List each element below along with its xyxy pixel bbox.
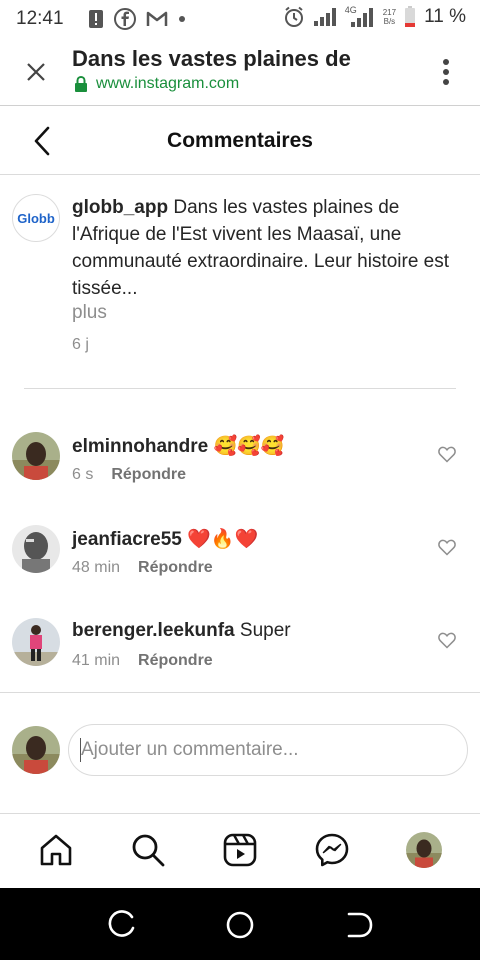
comment-meta: 41 min Répondre: [72, 652, 213, 670]
search-icon: [132, 834, 165, 867]
reply-button[interactable]: Répondre: [138, 559, 213, 577]
android-nav-bar: [0, 888, 480, 960]
back-icon[interactable]: [345, 910, 375, 940]
my-avatar: [12, 726, 60, 774]
battery-percent: 11 %: [424, 6, 466, 27]
nav-search[interactable]: [130, 832, 166, 868]
url-text: www.instagram.com: [96, 75, 240, 92]
add-comment-bar: [0, 724, 480, 780]
comment-input[interactable]: [68, 724, 468, 776]
profile-avatar: [406, 832, 442, 868]
comment-username[interactable]: berenger.leekunfa: [72, 620, 235, 641]
caption-time: 6 j: [72, 336, 89, 353]
comment-username[interactable]: jeanfiacre55: [72, 529, 182, 550]
caption-text: globb_app Dans les vastes plaines de l'A…: [72, 194, 462, 302]
facebook-icon: [114, 8, 136, 30]
globb-avatar[interactable]: Globb: [12, 194, 60, 242]
bottom-nav: [0, 814, 480, 888]
status-bar: 12:41 4G 217 B/s 11 %: [0, 0, 480, 38]
reply-button[interactable]: Répondre: [138, 652, 213, 670]
comment-time: 48 min: [72, 559, 121, 576]
heart-icon[interactable]: [437, 630, 457, 650]
reels-icon: [223, 833, 257, 867]
status-time: 12:41: [16, 8, 64, 29]
heart-icon[interactable]: [437, 537, 457, 557]
comment-text: jeanfiacre55 ❤️🔥❤️: [72, 527, 258, 551]
caption-username[interactable]: globb_app: [72, 197, 168, 218]
heart-icon[interactable]: [437, 444, 457, 464]
nav-home[interactable]: [38, 832, 74, 868]
comment-time: 41 min: [72, 652, 121, 669]
nav-reels[interactable]: [222, 832, 258, 868]
text-caret: [80, 738, 81, 762]
comment-body: Super: [239, 620, 291, 641]
comments-divider: [0, 692, 480, 693]
page-title: Commentaires: [167, 129, 313, 152]
home-icon: [40, 834, 72, 866]
comment-meta: 6 s Répondre: [72, 466, 186, 484]
dot-icon: [179, 16, 185, 22]
system-icons: 4G 217 B/s 11 %: [283, 5, 466, 28]
notification-icons: [88, 8, 186, 30]
comment-item: jeanfiacre55 ❤️🔥❤️ 48 min Répondre: [0, 525, 480, 605]
recents-icon[interactable]: [106, 910, 136, 940]
comment-item: berenger.leekunfa Super 41 min Répondre: [0, 618, 480, 698]
comment-meta: 48 min Répondre: [72, 559, 213, 577]
browser-url[interactable]: www.instagram.com: [74, 75, 239, 93]
more-vertical-icon[interactable]: [442, 58, 450, 86]
close-icon[interactable]: [24, 60, 48, 84]
comments-header: Commentaires: [0, 107, 480, 175]
signal-4g-icon: 4G: [345, 5, 375, 28]
avatar[interactable]: [12, 618, 60, 666]
avatar[interactable]: [12, 525, 60, 573]
browser-page-title: Dans les vastes plaines de: [72, 46, 351, 71]
reply-button[interactable]: Répondre: [111, 466, 186, 484]
messenger-icon: [315, 833, 349, 867]
signal-icon: [313, 8, 336, 26]
network-speed: 217 B/s: [382, 8, 397, 26]
avatar-logo-text: Globb: [17, 210, 55, 226]
alarm-icon: [284, 6, 303, 27]
gmail-icon: [146, 11, 168, 26]
nav-messenger[interactable]: [314, 832, 350, 868]
alert-icon: [89, 10, 103, 28]
comment-body: ❤️🔥❤️: [187, 529, 259, 550]
nav-profile[interactable]: [406, 832, 442, 868]
browser-toolbar: Dans les vastes plaines de www.instagram…: [0, 38, 480, 106]
caption-more-link[interactable]: plus: [72, 302, 107, 324]
comment-item: elminnohandre 🥰🥰🥰 6 s Répondre: [0, 432, 480, 512]
comment-username[interactable]: elminnohandre: [72, 436, 208, 457]
comment-time: 6 s: [72, 466, 94, 483]
avatar[interactable]: [12, 432, 60, 480]
post-caption: Globb globb_app Dans les vastes plaines …: [0, 176, 480, 390]
comment-text: berenger.leekunfa Super: [72, 620, 291, 642]
lock-icon: [75, 76, 87, 92]
comment-text: elminnohandre 🥰🥰🥰: [72, 434, 284, 458]
battery-icon: [405, 6, 416, 27]
home-circle-icon[interactable]: [225, 910, 255, 940]
caption-divider: [24, 388, 456, 389]
comment-body: 🥰🥰🥰: [213, 436, 285, 457]
